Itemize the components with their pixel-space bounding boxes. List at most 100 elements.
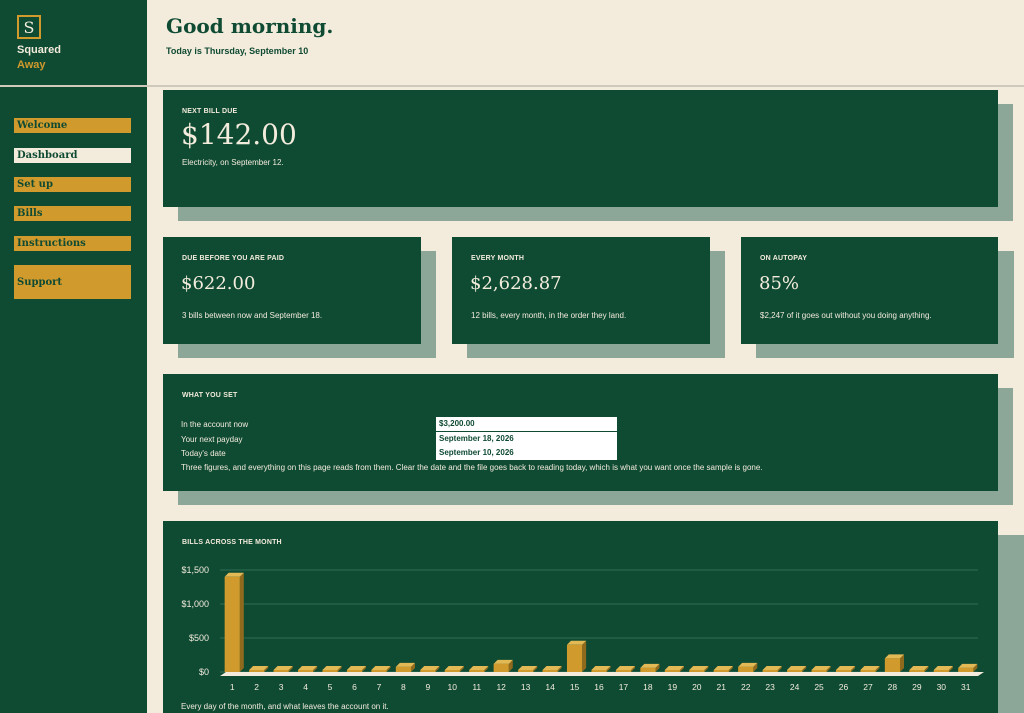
stat-eyebrow: EVERY MONTH: [471, 255, 525, 262]
what-you-set-card: WHAT YOU SET In the account now $3,200.0…: [163, 374, 998, 491]
stat-value: 85%: [759, 273, 800, 294]
bar: [640, 667, 656, 672]
x-tick-label: 24: [790, 682, 800, 692]
y-tick-label: $1,500: [181, 565, 209, 575]
bar: [933, 670, 949, 672]
next-bill-amount: $142.00: [181, 118, 297, 151]
x-tick-label: 17: [619, 682, 629, 692]
bar: [860, 670, 876, 672]
x-tick-label: 3: [279, 682, 284, 692]
bar: [664, 670, 680, 672]
y-tick-label: $0: [199, 667, 209, 677]
bar: [469, 670, 485, 672]
next-bill-note: Electricity, on September 12.: [182, 158, 284, 167]
date-subtitle: Today is Thursday, September 10: [166, 46, 309, 56]
bar: [762, 670, 778, 672]
x-tick-label: 29: [912, 682, 922, 692]
bar: [346, 670, 363, 672]
nav-item-set-up[interactable]: Set up: [14, 177, 131, 192]
page-title: Good morning.: [166, 14, 334, 38]
bar: [395, 666, 411, 672]
x-tick-label: 8: [401, 682, 406, 692]
x-tick-label: 12: [496, 682, 506, 692]
x-tick-label: 30: [937, 682, 947, 692]
x-tick-label: 6: [352, 682, 357, 692]
x-tick-label: 2: [254, 682, 259, 692]
x-tick-label: 11: [472, 682, 481, 692]
x-tick-label: 7: [377, 682, 382, 692]
x-tick-label: 28: [888, 682, 898, 692]
x-tick-label: 4: [303, 682, 308, 692]
nav-item-bills[interactable]: Bills: [14, 206, 131, 221]
stat-note: 3 bills between now and September 18.: [182, 311, 323, 320]
x-tick-label: 26: [839, 682, 849, 692]
bar: [518, 670, 534, 672]
setting-label: Your next payday: [181, 435, 243, 444]
bar: [591, 670, 607, 672]
stat-note: 12 bills, every month, in the order they…: [471, 311, 627, 320]
setting-label: In the account now: [181, 420, 249, 429]
next-bill-eyebrow: NEXT BILL DUE: [182, 108, 238, 115]
bar: [420, 670, 436, 672]
bar: [493, 663, 509, 672]
bar-side: [239, 572, 244, 672]
account-balance-field[interactable]: $3,200.00: [436, 417, 617, 431]
x-tick-label: 21: [717, 682, 727, 692]
stat-value: $2,628.87: [470, 273, 562, 294]
bar: [713, 670, 729, 672]
x-tick-label: 31: [961, 682, 971, 692]
y-tick-label: $500: [189, 633, 209, 643]
bills-bar-chart: $0$500$1,000$1,5001 2 3 4 5 6 7 8 9 10 11 12 13 14 15 1…: [181, 565, 984, 692]
x-tick-label: 15: [570, 682, 580, 692]
bar: [909, 670, 925, 672]
stat-eyebrow: ON AUTOPAY: [760, 255, 808, 262]
what-you-set-eyebrow: WHAT YOU SET: [182, 392, 238, 399]
nav-item-welcome[interactable]: Welcome: [14, 118, 131, 133]
x-tick-label: 23: [765, 682, 775, 692]
sidebar: S Squared Away Welcome Dashboard Set up …: [0, 0, 147, 713]
x-tick-label: 19: [668, 682, 678, 692]
bar: [444, 670, 460, 672]
bar: [224, 576, 240, 672]
bar: [566, 644, 583, 672]
todays-date-field[interactable]: September 10, 2026: [436, 446, 617, 460]
bar: [615, 670, 632, 672]
bar: [273, 670, 289, 672]
nav-item-instructions[interactable]: Instructions: [14, 236, 131, 251]
bar: [884, 658, 900, 672]
stat-value: $622.00: [181, 273, 256, 294]
bar: [787, 670, 803, 672]
bills-chart-card: BILLS ACROSS THE MONTH $0 $500 $1,000 $1,50…: [163, 521, 998, 713]
x-tick-label: 16: [594, 682, 604, 692]
bar: [738, 666, 754, 672]
header-divider: [0, 85, 1024, 87]
bar-side: [582, 640, 587, 672]
bar: [249, 670, 265, 672]
what-you-set-note: Three figures, and everything on this pa…: [181, 463, 763, 472]
logo: S: [17, 15, 41, 39]
bar: [811, 670, 827, 672]
nav-item-support[interactable]: Support: [14, 265, 131, 299]
bar: [835, 670, 852, 672]
brand-tagline: Away: [17, 59, 46, 71]
chart-floor: [220, 672, 984, 676]
logo-letter: S: [23, 18, 35, 37]
nav-item-dashboard[interactable]: Dashboard: [14, 148, 131, 163]
bar: [542, 670, 558, 672]
x-tick-label: 27: [863, 682, 873, 692]
stat-eyebrow: DUE BEFORE YOU ARE PAID: [182, 255, 285, 262]
x-tick-label: 20: [692, 682, 702, 692]
stat-card-on-autopay: ON AUTOPAY 85% $2,247 of it goes out wit…: [741, 237, 998, 344]
bar: [958, 667, 974, 672]
bar: [322, 670, 338, 672]
x-tick-label: 18: [643, 682, 653, 692]
x-tick-label: 25: [814, 682, 824, 692]
next-payday-field[interactable]: September 18, 2026: [436, 432, 617, 446]
bar: [689, 670, 705, 672]
next-bill-card: NEXT BILL DUE $142.00 Electricity, on Se…: [163, 90, 998, 207]
bar: [298, 670, 314, 672]
y-tick-label: $1,000: [181, 599, 209, 609]
stat-card-every-month: EVERY MONTH $2,628.87 12 bills, every mo…: [452, 237, 710, 344]
x-tick-label: 13: [521, 682, 531, 692]
stat-card-due-before-paid: DUE BEFORE YOU ARE PAID $622.00 3 bills …: [163, 237, 421, 344]
